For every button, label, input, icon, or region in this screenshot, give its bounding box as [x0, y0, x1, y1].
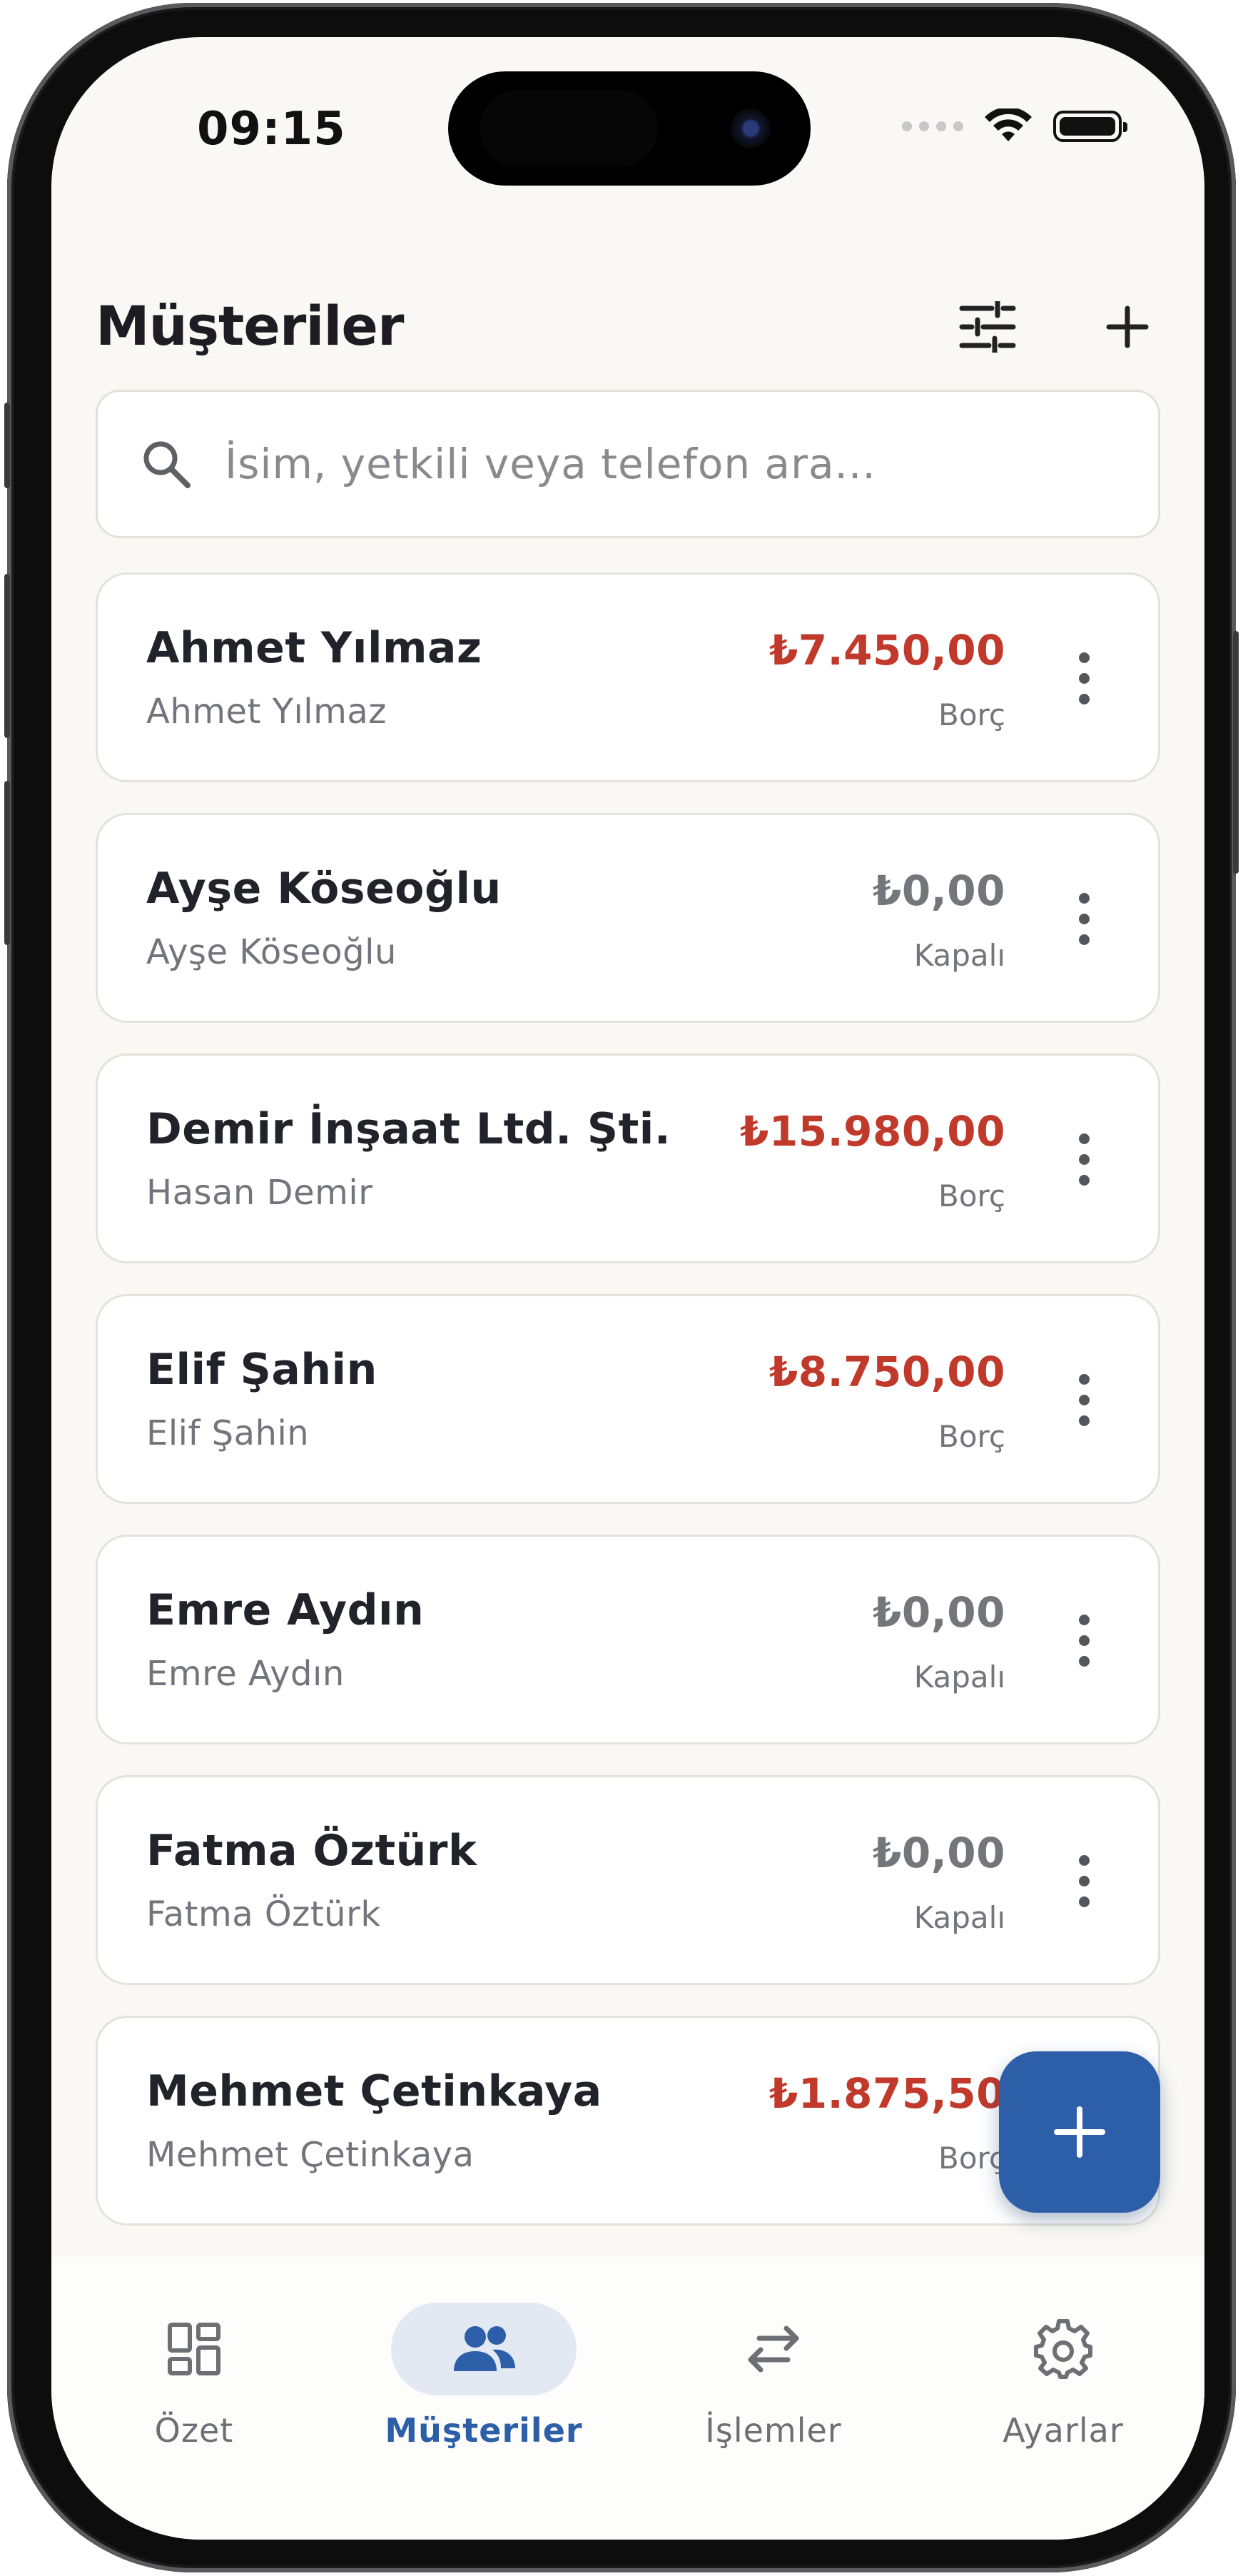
customer-name: Ayşe Köseoğlu — [146, 864, 502, 914]
customer-balance: ₺8.750,00 — [768, 1348, 1005, 1396]
gear-icon — [970, 2303, 1156, 2395]
nav-item-islemler[interactable]: İşlemler — [666, 2303, 881, 2450]
customer-card[interactable]: Ahmet Yılmaz Ahmet Yılmaz ₺7.450,00 Borç — [96, 572, 1160, 782]
battery-icon — [1053, 111, 1127, 142]
wifi-icon — [985, 108, 1032, 141]
more-vert-icon[interactable] — [1062, 639, 1105, 717]
customer-card[interactable]: Demir İnşaat Ltd. Şti. Hasan Demir ₺15.9… — [96, 1054, 1160, 1263]
customer-card[interactable]: Fatma Öztürk Fatma Öztürk ₺0,00 Kapalı — [96, 1775, 1160, 1985]
balance-status: Borç — [938, 697, 1005, 732]
status-time: 09:15 — [197, 103, 346, 156]
plus-icon — [1106, 305, 1149, 348]
nav-label: Özet — [154, 2411, 234, 2450]
filter-button[interactable] — [952, 291, 1023, 363]
nav-item-ayarlar[interactable]: Ayarlar — [956, 2303, 1170, 2450]
customer-balance: ₺15.980,00 — [740, 1107, 1005, 1156]
nav-item-musteriler[interactable]: Müşteriler — [377, 2303, 591, 2450]
search-bar[interactable]: İsim, yetkili veya telefon ara... — [96, 390, 1160, 538]
status-icons — [902, 108, 1127, 144]
customer-contact: Ayşe Köseoğlu — [146, 932, 397, 972]
more-vert-icon[interactable] — [1062, 1360, 1105, 1439]
customer-balance: ₺1.875,50 — [768, 2069, 1005, 2118]
customer-balance: ₺0,00 — [873, 867, 1005, 915]
balance-status: Kapalı — [913, 938, 1005, 973]
page-title: Müşteriler — [96, 294, 404, 358]
search-icon — [138, 435, 195, 493]
search-input[interactable]: İsim, yetkili veya telefon ara... — [225, 440, 876, 488]
customer-name: Ahmet Yılmaz — [146, 623, 482, 673]
nav-label: Ayarlar — [1003, 2411, 1124, 2450]
dynamic-island — [448, 71, 811, 186]
customer-contact: Hasan Demir — [146, 1173, 373, 1213]
more-vert-icon[interactable] — [1062, 1842, 1105, 1920]
phone-side-button — [4, 403, 10, 488]
phone-frame: 09:15 Müşteriler İsim, yetkili veya tele… — [4, 3, 1239, 2572]
customer-name: Fatma Öztürk — [146, 1826, 477, 1876]
customer-contact: Fatma Öztürk — [146, 1894, 381, 1934]
people-icon — [391, 2303, 577, 2395]
camera-icon — [731, 108, 771, 148]
customer-contact: Elif Şahin — [146, 1413, 310, 1453]
nav-item-ozet[interactable]: Özet — [87, 2303, 301, 2450]
more-vert-icon[interactable] — [1062, 1120, 1105, 1198]
dashboard-icon — [101, 2303, 287, 2395]
balance-status: Borç — [938, 1419, 1005, 1454]
balance-status: Kapalı — [913, 1660, 1005, 1694]
bottom-navigation: Özet Müşteriler İşlemler Ayarlar — [51, 2257, 1204, 2540]
plus-icon — [1054, 2106, 1105, 2158]
filter-sliders-icon — [959, 301, 1016, 353]
customer-balance: ₺7.450,00 — [768, 626, 1005, 675]
customer-name: Demir İnşaat Ltd. Şti. — [146, 1104, 671, 1154]
app-screen: 09:15 Müşteriler İsim, yetkili veya tele… — [51, 37, 1204, 2540]
sensor-area — [480, 90, 658, 167]
customer-contact: Mehmet Çetinkaya — [146, 2135, 475, 2175]
phone-side-button — [4, 781, 10, 945]
more-vert-icon[interactable] — [1062, 1601, 1105, 1680]
customer-name: Elif Şahin — [146, 1345, 377, 1395]
balance-status: Borç — [938, 1178, 1005, 1213]
customer-card[interactable]: Emre Aydın Emre Aydın ₺0,00 Kapalı — [96, 1535, 1160, 1744]
phone-side-button — [4, 574, 10, 738]
cellular-signal-icon — [902, 121, 963, 131]
customer-contact: Emre Aydın — [146, 1654, 345, 1694]
balance-status: Kapalı — [913, 1900, 1005, 1935]
add-fab-button[interactable] — [999, 2051, 1160, 2213]
customer-card[interactable]: Ayşe Köseoğlu Ayşe Köseoğlu ₺0,00 Kapalı — [96, 813, 1160, 1023]
customer-balance: ₺0,00 — [873, 1829, 1005, 1877]
customer-balance: ₺0,00 — [873, 1588, 1005, 1637]
customer-name: Emre Aydın — [146, 1585, 425, 1635]
customer-name: Mehmet Çetinkaya — [146, 2066, 602, 2116]
nav-label: İşlemler — [705, 2411, 842, 2450]
swap-icon — [681, 2303, 866, 2395]
more-vert-icon[interactable] — [1062, 879, 1105, 958]
customer-contact: Ahmet Yılmaz — [146, 692, 387, 732]
customer-card[interactable]: Elif Şahin Elif Şahin ₺8.750,00 Borç — [96, 1294, 1160, 1504]
nav-label: Müşteriler — [385, 2411, 583, 2450]
phone-side-button — [1233, 631, 1239, 874]
balance-status: Borç — [938, 2141, 1005, 2176]
add-customer-button[interactable] — [1092, 291, 1163, 363]
